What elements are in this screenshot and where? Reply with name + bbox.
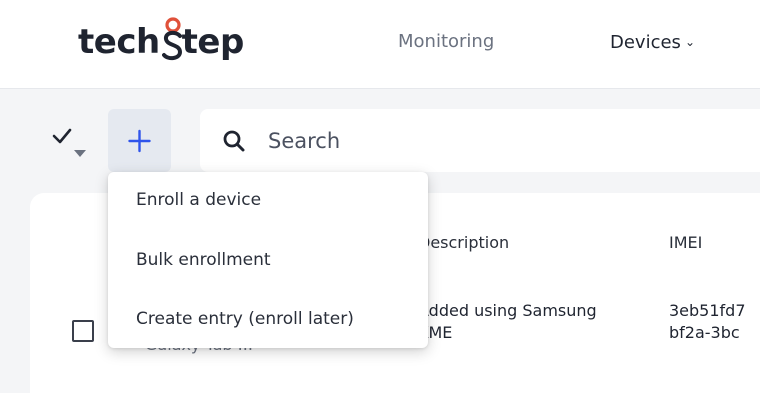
techstep-logo[interactable]: tech tep [78, 14, 244, 70]
menu-item-create-entry[interactable]: Create entry (enroll later) [136, 307, 354, 331]
select-all-dropdown-button[interactable] [50, 122, 96, 166]
plus-icon [128, 129, 151, 153]
column-header-description[interactable]: Description [418, 233, 509, 253]
column-header-imei[interactable]: IMEI [669, 233, 702, 253]
checkmark-dropdown-icon [52, 128, 86, 157]
nav-monitoring[interactable]: Monitoring [398, 26, 494, 58]
search-input[interactable] [266, 123, 730, 159]
row-description: Added using Samsung KME [418, 300, 666, 360]
add-device-dropdown-menu: Enroll a device Bulk enrollment Create e… [108, 172, 428, 348]
logo-text-start: tech [78, 22, 160, 62]
chevron-down-icon: ⌄ [684, 35, 695, 49]
row-checkbox[interactable] [72, 320, 94, 342]
row-imei: 3eb51fd7 bf2a-3bc [669, 300, 760, 360]
menu-item-bulk-enrollment[interactable]: Bulk enrollment [136, 248, 271, 272]
menu-item-enroll-device[interactable]: Enroll a device [136, 188, 261, 212]
logo-s-mark-icon [161, 17, 182, 61]
add-device-button[interactable] [108, 109, 171, 172]
top-navigation-bar: tech tep Monitoring Devices ⌄ [0, 0, 760, 89]
row-imei-line-2: bf2a-3bc [669, 323, 740, 342]
search-icon [223, 130, 245, 152]
nav-devices-label: Devices [610, 32, 681, 53]
logo-s-mark-icon [160, 14, 182, 70]
nav-devices[interactable]: Devices ⌄ [610, 26, 695, 59]
logo-text-end: tep [181, 22, 245, 62]
search-bar [200, 109, 760, 172]
row-imei-line-1: 3eb51fd7 [669, 301, 746, 320]
row-description-line-1: Added using Samsung [418, 301, 597, 320]
row-description-line-2: KME [418, 323, 453, 342]
